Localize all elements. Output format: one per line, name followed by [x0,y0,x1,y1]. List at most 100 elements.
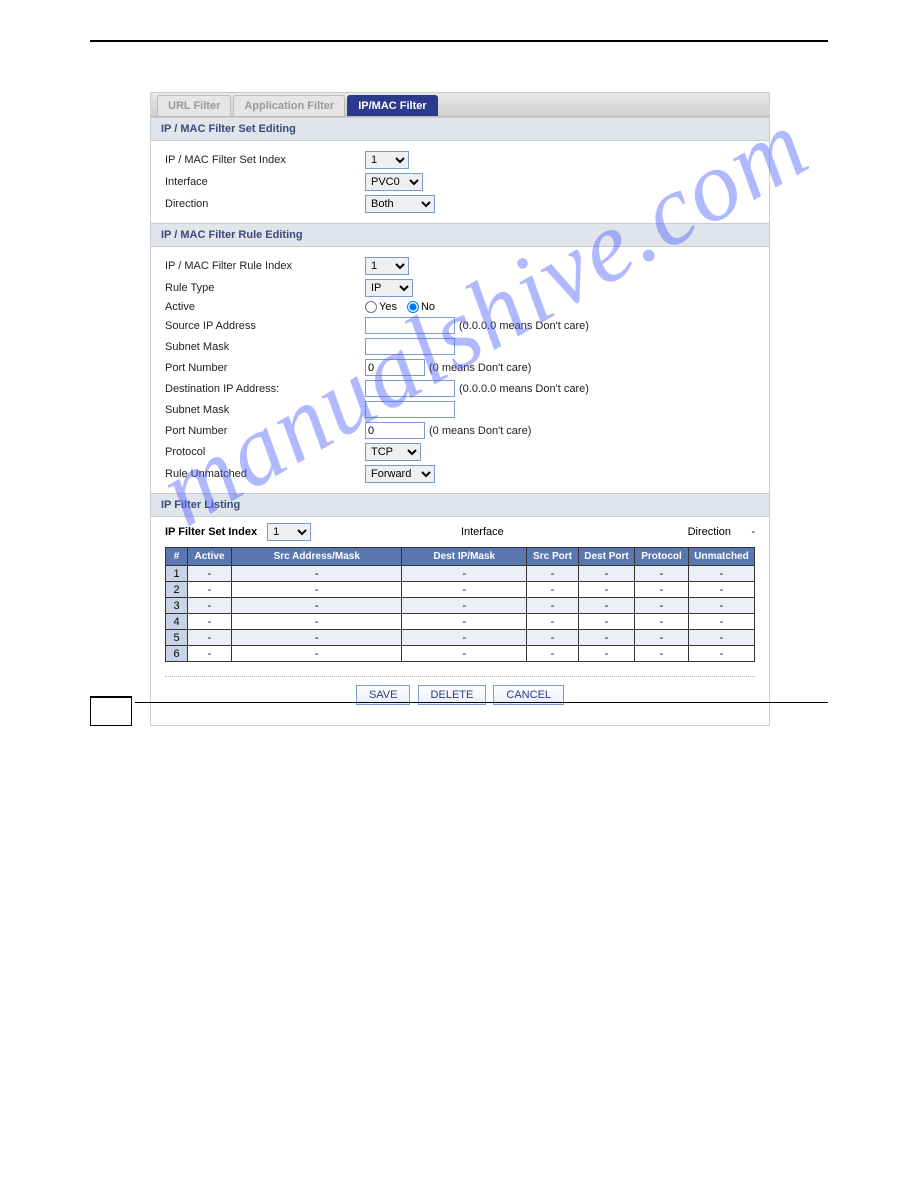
panel-body: IP / MAC Filter Set Editing IP / MAC Fil… [151,117,769,725]
listing-set-index-label: IP Filter Set Index [165,526,257,538]
rule-index-select[interactable]: 1 [365,257,409,275]
filter-set-index-label: IP / MAC Filter Set Index [165,154,365,166]
subnet-mask-2-label: Subnet Mask [165,404,365,416]
section-header-listing: IP Filter Listing [151,493,769,517]
table-row: 6------- [166,646,755,662]
section-header-set-editing: IP / MAC Filter Set Editing [151,117,769,141]
filter-set-index-select[interactable]: 1 [365,151,409,169]
cell-dstport: - [579,646,635,662]
cell-dstport: - [579,614,635,630]
cell-num: 1 [166,566,188,582]
table-row: 2------- [166,582,755,598]
col-unmatched: Unmatched [689,548,755,566]
cell-srcport: - [527,582,579,598]
port-1-hint: (0 means Don't care) [429,362,531,374]
source-ip-label: Source IP Address [165,320,365,332]
cell-num: 4 [166,614,188,630]
cell-unmatched: - [689,566,755,582]
subnet-mask-2-input[interactable] [365,401,455,418]
interface-select[interactable]: PVC0 [365,173,423,191]
active-no-radio[interactable] [407,301,419,313]
top-divider [90,40,828,42]
cell-num: 3 [166,598,188,614]
cell-active: - [188,582,232,598]
cell-dstport: - [579,630,635,646]
active-yes-text: Yes [379,301,397,313]
dest-ip-input[interactable] [365,380,455,397]
section-header-rule-editing: IP / MAC Filter Rule Editing [151,223,769,247]
unmatched-select[interactable]: Forward [365,465,435,483]
rule-editing-form: IP / MAC Filter Rule Index 1 Rule Type I… [151,247,769,493]
tab-url-filter[interactable]: URL Filter [157,95,231,116]
cell-dst: - [402,614,527,630]
listing-set-index-select[interactable]: 1 [267,523,311,541]
cell-dstport: - [579,598,635,614]
direction-select[interactable]: Both [365,195,435,213]
cell-src: - [232,630,402,646]
protocol-select[interactable]: TCP [365,443,421,461]
footer-page-box [90,696,132,726]
cell-dst: - [402,646,527,662]
port-1-input[interactable] [365,359,425,376]
cell-dst: - [402,598,527,614]
source-ip-input[interactable] [365,317,455,334]
cell-unmatched: - [689,598,755,614]
col-src: Src Address/Mask [232,548,402,566]
col-protocol: Protocol [635,548,689,566]
cell-src: - [232,646,402,662]
table-row: 4------- [166,614,755,630]
rule-index-label: IP / MAC Filter Rule Index [165,260,365,272]
col-src-port: Src Port [527,548,579,566]
dest-ip-label: Destination IP Address: [165,383,365,395]
tab-application-filter[interactable]: Application Filter [233,95,345,116]
set-editing-form: IP / MAC Filter Set Index 1 Interface PV… [151,141,769,223]
listing-direction-value: - [735,526,755,538]
cell-protocol: - [635,582,689,598]
active-no-text: No [421,301,435,313]
cell-dst: - [402,630,527,646]
direction-label: Direction [165,198,365,210]
cell-dstport: - [579,566,635,582]
cell-protocol: - [635,566,689,582]
cell-dstport: - [579,582,635,598]
cell-unmatched: - [689,582,755,598]
subnet-mask-1-input[interactable] [365,338,455,355]
port-1-label: Port Number [165,362,365,374]
table-row: 3------- [166,598,755,614]
cell-protocol: - [635,598,689,614]
dest-ip-hint: (0.0.0.0 means Don't care) [459,383,589,395]
cell-num: 6 [166,646,188,662]
table-row: 1------- [166,566,755,582]
unmatched-label: Rule Unmatched [165,468,365,480]
cell-src: - [232,598,402,614]
cell-active: - [188,598,232,614]
cell-protocol: - [635,630,689,646]
table-row: 5------- [166,630,755,646]
cell-srcport: - [527,598,579,614]
cell-active: - [188,646,232,662]
col-dst: Dest IP/Mask [402,548,527,566]
cell-num: 5 [166,630,188,646]
cell-active: - [188,630,232,646]
cell-active: - [188,566,232,582]
cell-protocol: - [635,646,689,662]
cell-unmatched: - [689,630,755,646]
cell-protocol: - [635,614,689,630]
active-yes-radio[interactable] [365,301,377,313]
cell-dst: - [402,566,527,582]
cell-dst: - [402,582,527,598]
cell-unmatched: - [689,646,755,662]
cell-srcport: - [527,566,579,582]
listing-direction-label: Direction [688,526,731,538]
port-2-input[interactable] [365,422,425,439]
tabs-bar: URL Filter Application Filter IP/MAC Fil… [151,93,769,117]
cell-active: - [188,614,232,630]
cell-unmatched: - [689,614,755,630]
col-dest-port: Dest Port [579,548,635,566]
cell-src: - [232,582,402,598]
tab-ip-mac-filter[interactable]: IP/MAC Filter [347,95,437,116]
rule-type-select[interactable]: IP [365,279,413,297]
port-2-hint: (0 means Don't care) [429,425,531,437]
listing-controls: IP Filter Set Index 1 Interface Directio… [151,517,769,547]
footer-divider [135,702,828,703]
